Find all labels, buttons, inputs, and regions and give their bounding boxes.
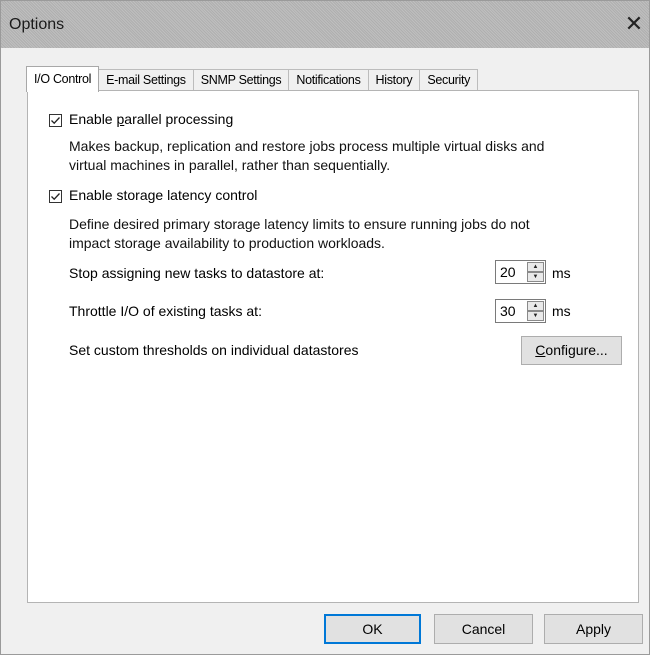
stop-assigning-value[interactable]: 20: [500, 264, 516, 280]
tab-email-settings[interactable]: E-mail Settings: [98, 69, 194, 91]
stop-assigning-label: Stop assigning new tasks to datastore at…: [69, 265, 325, 281]
stepper-arrows: ▲ ▼: [527, 301, 544, 321]
parallel-label-prefix: Enable: [69, 111, 117, 127]
parallel-processing-label[interactable]: Enable parallel processing: [69, 111, 233, 127]
cancel-button[interactable]: Cancel: [434, 614, 533, 644]
throttle-io-value[interactable]: 30: [500, 303, 516, 319]
spin-down-icon[interactable]: ▼: [527, 311, 544, 321]
tab-security[interactable]: Security: [419, 69, 479, 91]
throttle-io-label: Throttle I/O of existing tasks at:: [69, 303, 262, 319]
options-dialog: Options ✕ I/O Control E-mail Settings SN…: [0, 0, 650, 655]
checkmark-icon: [51, 193, 60, 201]
parallel-label-suffix: arallel processing: [124, 111, 234, 127]
tab-notifications[interactable]: Notifications: [288, 69, 369, 91]
throttle-io-stepper[interactable]: 30 ▲ ▼: [495, 299, 546, 323]
tab-history[interactable]: History: [367, 69, 421, 91]
latency-description-line-1: Define desired primary storage latency l…: [69, 216, 530, 232]
tab-io-control[interactable]: I/O Control: [26, 66, 100, 92]
apply-button[interactable]: Apply: [544, 614, 643, 644]
window-title: Options: [9, 16, 65, 33]
parallel-processing-checkbox[interactable]: [49, 114, 62, 127]
ok-button[interactable]: OK: [324, 614, 421, 644]
stop-assigning-stepper[interactable]: 20 ▲ ▼: [495, 260, 546, 284]
close-icon[interactable]: ✕: [621, 9, 647, 39]
tab-strip: I/O Control E-mail Settings SNMP Setting…: [26, 66, 479, 92]
parallel-description-line-1: Makes backup, replication and restore jo…: [69, 138, 545, 154]
storage-latency-label[interactable]: Enable storage latency control: [69, 187, 257, 203]
custom-thresholds-label: Set custom thresholds on individual data…: [69, 342, 359, 358]
io-control-panel: Enable parallel processing Makes backup,…: [27, 90, 639, 603]
latency-description-line-2: impact storage availability to productio…: [69, 235, 385, 251]
throttle-io-unit: ms: [552, 303, 571, 319]
spin-down-icon[interactable]: ▼: [527, 272, 544, 282]
spin-up-icon[interactable]: ▲: [527, 301, 544, 311]
stop-assigning-unit: ms: [552, 265, 571, 281]
tab-snmp-settings[interactable]: SNMP Settings: [192, 69, 290, 91]
checkmark-icon: [51, 117, 60, 125]
configure-label-rest: onfigure...: [545, 342, 608, 358]
configure-accelerator: C: [535, 342, 546, 358]
configure-button[interactable]: Configure...: [521, 336, 622, 365]
parallel-description-line-2: virtual machines in parallel, rather tha…: [69, 157, 391, 173]
parallel-processing-description: Makes backup, replication and restore jo…: [69, 137, 544, 175]
title-bar: Options ✕: [1, 1, 649, 48]
spin-up-icon[interactable]: ▲: [527, 262, 544, 272]
storage-latency-description: Define desired primary storage latency l…: [69, 215, 530, 253]
stepper-arrows: ▲ ▼: [527, 262, 544, 282]
storage-latency-checkbox[interactable]: [49, 190, 62, 203]
